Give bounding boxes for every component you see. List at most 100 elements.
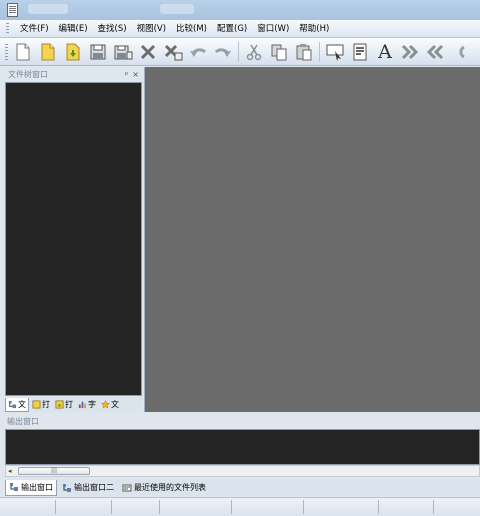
app-icon	[7, 3, 18, 17]
save-all-icon	[114, 45, 133, 59]
new-file-button[interactable]	[12, 41, 34, 63]
scroll-left-icon[interactable]: ◂	[8, 467, 12, 475]
outdent-button[interactable]	[424, 41, 446, 63]
cut-button[interactable]	[243, 41, 265, 63]
tab-open-folder-label: 打	[65, 400, 73, 409]
paste-icon	[296, 43, 312, 60]
tab-output[interactable]: 输出窗口	[5, 479, 57, 496]
tab-output-two[interactable]: 输出窗口二	[59, 480, 117, 496]
menu-edit[interactable]: 编辑(E)	[54, 20, 93, 38]
file-tree-title: 文件树窗口	[8, 69, 48, 79]
left-panel-tabs: 文 打 打 字 文	[5, 397, 142, 412]
status-cell	[0, 500, 56, 514]
toolbar-grip[interactable]	[5, 44, 8, 60]
blurred-title-area	[160, 4, 194, 14]
output-view[interactable]	[5, 429, 480, 465]
tab-open-folder[interactable]: 打	[53, 398, 75, 412]
undo-button[interactable]	[187, 41, 209, 63]
tab-recent-files[interactable]: 最近使用的文件列表	[119, 480, 209, 496]
close-icon	[140, 44, 156, 59]
menu-view[interactable]: 视图(V)	[132, 20, 171, 38]
menu-window[interactable]: 窗口(W)	[252, 20, 294, 38]
output-horizontal-scrollbar[interactable]: ◂ |||	[5, 465, 480, 477]
menu-compare[interactable]: 比较(M)	[171, 20, 212, 38]
tab-output-two-label: 输出窗口二	[74, 483, 114, 492]
file-tree-view[interactable]	[5, 82, 142, 396]
tab-function-list-label: 字	[88, 400, 96, 409]
favorites-icon	[101, 400, 110, 409]
save-all-button[interactable]	[112, 41, 134, 63]
font-icon: A	[378, 40, 392, 63]
tab-file-tree[interactable]: 文	[5, 397, 29, 412]
tab-open-files-label: 打	[42, 400, 50, 409]
menu-help[interactable]: 帮助(H)	[294, 20, 334, 38]
status-cell	[232, 500, 304, 514]
open-folder-icon	[66, 43, 80, 60]
cut-icon	[246, 44, 262, 60]
save-button[interactable]	[87, 41, 109, 63]
undo-icon	[190, 47, 207, 57]
tab-open-files[interactable]: 打	[30, 398, 52, 412]
status-cell	[160, 500, 232, 514]
toolbar-separator	[319, 41, 320, 62]
status-cell	[112, 500, 160, 514]
output-icon	[10, 483, 18, 491]
redo-button[interactable]	[212, 41, 234, 63]
blurred-title-area	[28, 4, 68, 14]
function-list-icon	[78, 401, 87, 409]
title-bar	[0, 0, 480, 20]
editor-area[interactable]	[144, 67, 480, 412]
font-button[interactable]: A	[374, 41, 396, 63]
recent-files-icon	[122, 484, 132, 491]
outdent-icon	[426, 44, 444, 59]
tab-favorites-label: 文	[111, 400, 119, 409]
output-panel-tabs: 输出窗口 输出窗口二 最近使用的文件列表	[5, 479, 480, 496]
tab-favorites[interactable]: 文	[99, 398, 121, 412]
menu-search[interactable]: 查找(S)	[93, 20, 132, 38]
close-all-icon	[164, 44, 183, 60]
replace-icon	[353, 43, 367, 60]
close-panel-icon[interactable]: ×	[132, 70, 139, 79]
menu-grip[interactable]	[6, 23, 9, 35]
copy-button[interactable]	[268, 41, 290, 63]
indent-button[interactable]	[399, 41, 421, 63]
file-tree-panel: 文件树窗口 ᵖ × 文 打 打 字 文	[5, 67, 142, 412]
menu-config[interactable]: 配置(G)	[212, 20, 252, 38]
menu-file[interactable]: 文件(F)	[15, 20, 54, 38]
find-icon	[326, 44, 344, 61]
file-tree-header: 文件树窗口 ᵖ ×	[5, 67, 142, 81]
tab-output-label: 输出窗口	[21, 482, 53, 492]
tab-file-tree-label: 文	[18, 399, 26, 409]
open-files-icon	[32, 400, 41, 409]
open-folder-button[interactable]	[62, 41, 84, 63]
tab-recent-files-label: 最近使用的文件列表	[134, 483, 206, 492]
status-cell	[56, 500, 112, 514]
output-icon	[63, 483, 71, 492]
scroll-thumb[interactable]: |||	[18, 467, 90, 475]
open-folder-icon	[55, 400, 64, 409]
toolbar-separator	[238, 41, 239, 62]
indent-icon	[401, 44, 419, 59]
file-tree-icon	[8, 400, 17, 408]
toolbar: A	[0, 38, 480, 66]
open-file-button[interactable]	[37, 41, 59, 63]
pin-icon[interactable]: ᵖ	[125, 70, 128, 79]
paste-button[interactable]	[293, 41, 315, 63]
status-bar	[0, 497, 480, 516]
new-file-icon	[16, 43, 30, 60]
find-button[interactable]	[324, 41, 346, 63]
output-title: 输出窗口	[7, 416, 39, 426]
open-file-icon	[41, 43, 55, 60]
close-all-button[interactable]	[162, 41, 184, 63]
close-button[interactable]	[137, 41, 159, 63]
overflow-icon	[459, 45, 465, 58]
replace-button[interactable]	[349, 41, 371, 63]
tab-function-list[interactable]: 字	[76, 398, 98, 412]
overflow-button[interactable]	[449, 41, 471, 63]
save-icon	[90, 44, 106, 59]
status-cell	[379, 500, 434, 514]
menu-bar: 文件(F) 编辑(E) 查找(S) 视图(V) 比较(M) 配置(G) 窗口(W…	[0, 20, 480, 38]
redo-icon	[214, 47, 231, 57]
status-cell	[434, 500, 480, 514]
status-cell	[304, 500, 379, 514]
